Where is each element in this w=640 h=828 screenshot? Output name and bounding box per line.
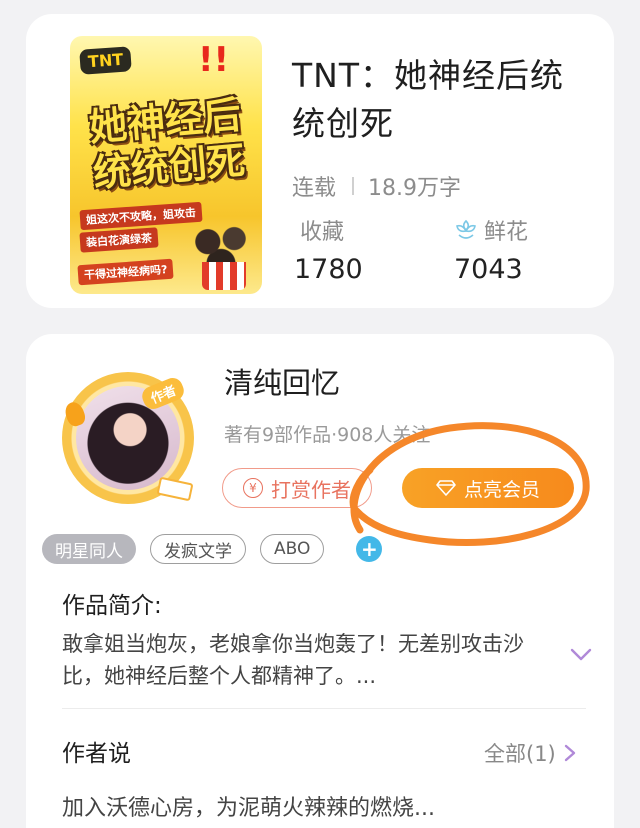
collect-label: 收藏	[300, 220, 345, 245]
cover-tagline-2: 装白花演绿茶	[79, 227, 159, 253]
meta-divider	[352, 177, 355, 195]
cover-logo: TNT	[79, 46, 133, 75]
reward-author-label: 打赏作者	[271, 477, 351, 502]
activate-vip-label: 点亮会员	[463, 478, 540, 501]
cover-title: 她神经后 统统创死	[74, 90, 259, 197]
activate-vip-button[interactable]: 点亮会员	[402, 468, 574, 508]
book-icon	[156, 476, 194, 502]
flower-icon	[456, 219, 476, 239]
add-tag-icon[interactable]: +	[356, 536, 383, 562]
author-says-all-label: 全部(1)	[484, 742, 556, 766]
author-says-title: 作者说	[62, 741, 131, 767]
book-info-card: TNT !! 她神经后 统统创死 姐这次不攻略，姐攻击 装白花演绿茶 干得过神经…	[26, 14, 614, 308]
tag-item[interactable]: 发疯文学	[150, 534, 246, 564]
flower-label[interactable]: 鲜花	[454, 214, 528, 246]
cover-exclamation: !!	[198, 40, 230, 80]
tag-item[interactable]: 明星同人	[42, 534, 136, 564]
intro-title: 作品简介:	[62, 593, 162, 619]
yen-icon: ¥	[243, 478, 263, 498]
author-avatar-frame[interactable]: 作者	[62, 372, 194, 504]
reward-author-button[interactable]: ¥ 打赏作者	[222, 468, 372, 508]
author-card: 作者 清纯回忆 著有9部作品·908人关注 ¥ 打赏作者 点亮会员 明星同人 发…	[26, 334, 614, 828]
divider	[62, 708, 586, 709]
cover-tagline-3: 干得过神经病吗?	[77, 258, 174, 286]
flower-label-text: 鲜花	[484, 220, 529, 245]
author-name[interactable]: 清纯回忆	[224, 360, 340, 402]
book-meta: 连载 18.9万字	[292, 170, 461, 202]
chevron-down-icon[interactable]	[570, 648, 592, 662]
flower-count: 7043	[454, 254, 523, 285]
book-title: TNT：她神经后统统创死	[292, 56, 565, 143]
author-meta: 著有9部作品·908人关注	[224, 424, 431, 446]
tag-list: 明星同人 发疯文学 ABO +	[42, 534, 383, 564]
cover-tagline-1: 姐这次不攻略，姐攻击	[79, 201, 203, 231]
chevron-right-icon	[564, 744, 575, 762]
book-cover[interactable]: TNT !! 她神经后 统统创死 姐这次不攻略，姐攻击 装白花演绿茶 干得过神经…	[70, 36, 262, 294]
author-says-text: 加入沃德心房，为泥萌火辣辣的燃烧...	[62, 796, 435, 821]
book-status: 连载	[292, 176, 337, 201]
popcorn-icon	[202, 262, 246, 290]
word-count: 18.9万字	[368, 176, 462, 201]
tag-item[interactable]: ABO	[260, 534, 325, 564]
intro-text: 敢拿姐当炮灰，老娘拿你当炮轰了！无差别攻击沙比，她神经后整个人都精神了。...	[62, 632, 524, 688]
diamond-icon	[436, 480, 456, 496]
collect-count: 1780	[294, 254, 363, 285]
author-says-all-link[interactable]: 全部(1)	[484, 738, 576, 768]
